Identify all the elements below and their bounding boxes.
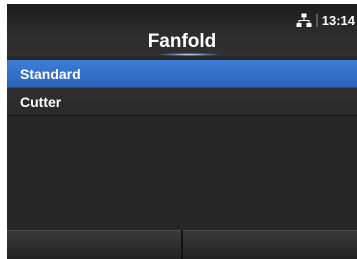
network-icon: [296, 13, 312, 27]
clock-time: 13:14: [321, 12, 355, 28]
title-underline-glow: [157, 53, 221, 56]
menu-item-cutter[interactable]: Cutter: [7, 88, 357, 116]
printer-screen: 13:14 Fanfold Standard Cutter: [7, 4, 357, 259]
menu-item-label: Cutter: [20, 94, 62, 110]
separator-icon: [315, 13, 318, 27]
menu-item-label: Standard: [20, 66, 81, 82]
softkey-bar: [7, 230, 357, 259]
softkey-right[interactable]: [183, 230, 357, 259]
page-title: Fanfold: [147, 31, 217, 52]
title-bar: 13:14 Fanfold: [7, 4, 357, 56]
menu-list: Standard Cutter: [7, 60, 357, 116]
menu-item-standard[interactable]: Standard: [7, 60, 357, 88]
softkey-left[interactable]: [7, 230, 181, 259]
status-bar: 13:14: [296, 12, 355, 28]
